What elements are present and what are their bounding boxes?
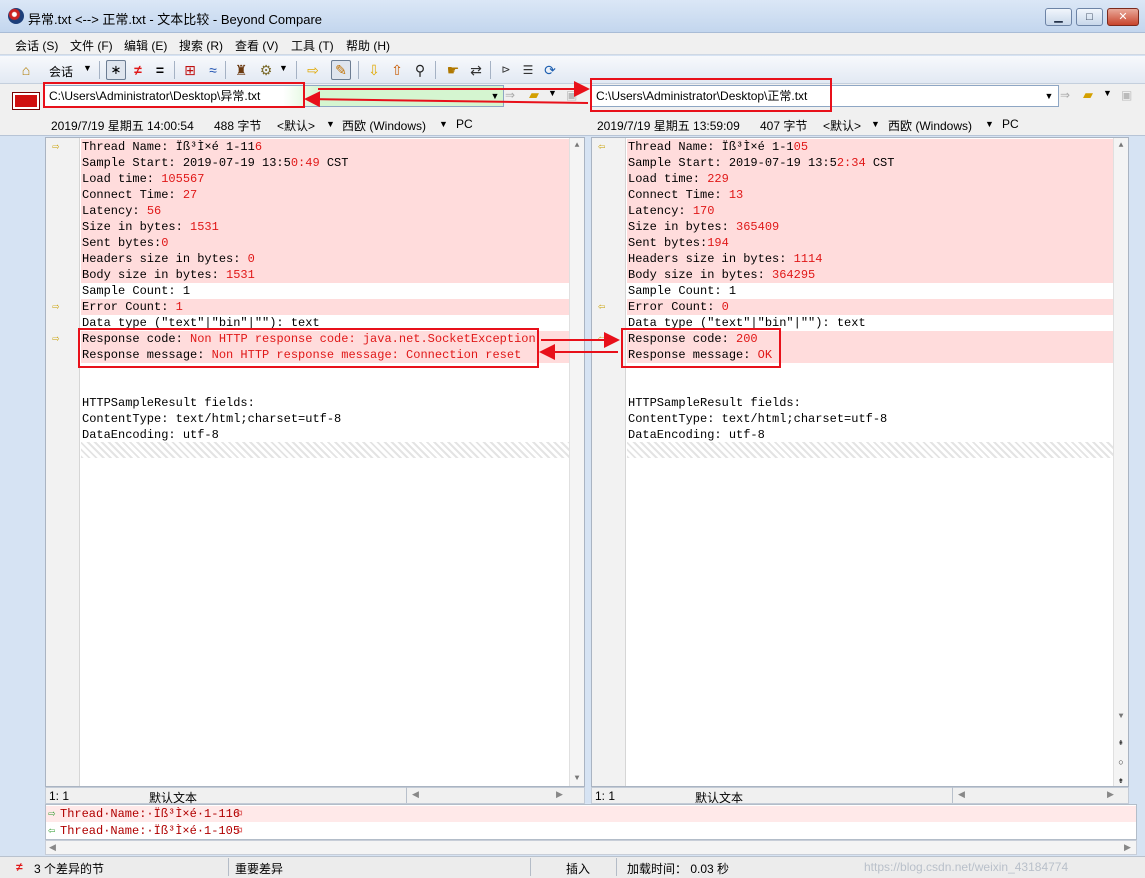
annotation-arrows	[304, 81, 620, 360]
arrow-right-to-left-path	[304, 91, 589, 108]
